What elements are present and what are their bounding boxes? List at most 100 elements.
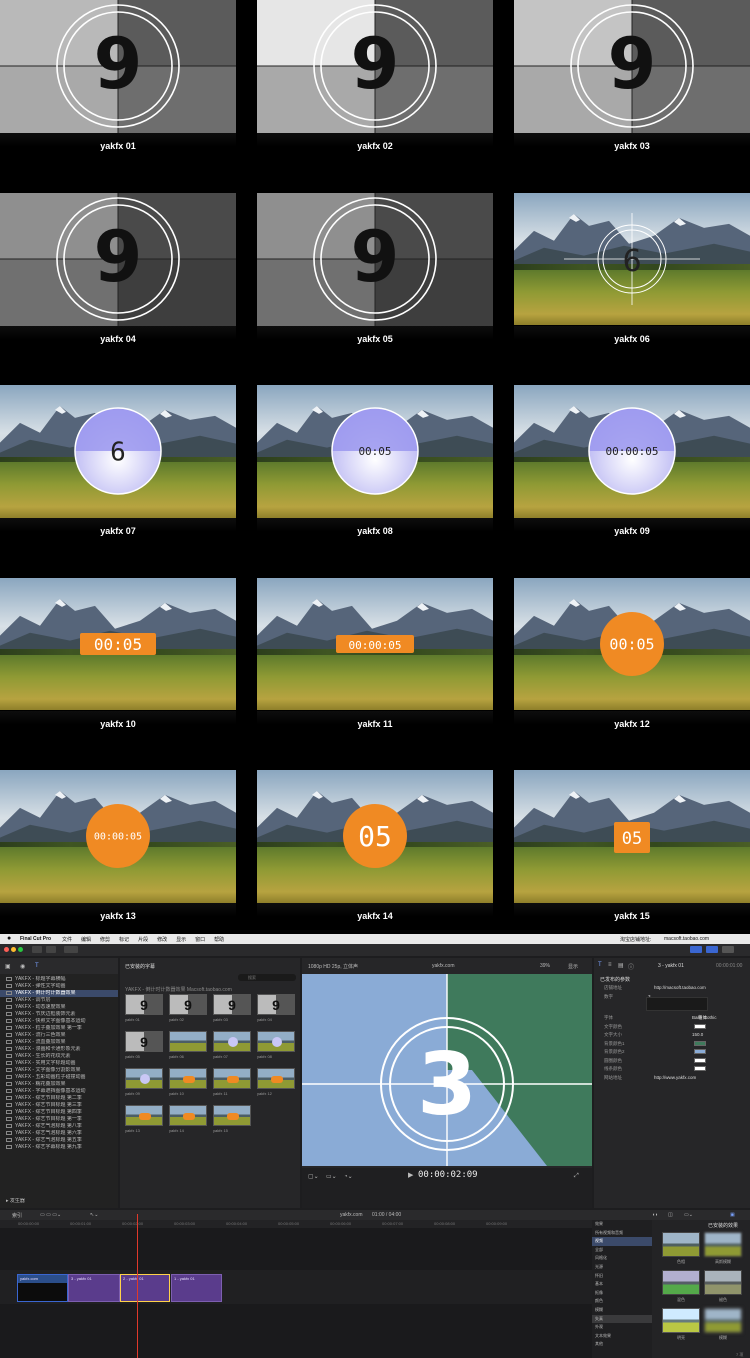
append-icon[interactable]: ▭ ▭ ▭⌄	[40, 1212, 61, 1218]
effects-category[interactable]: 光源	[592, 1263, 652, 1272]
preview-thumbnail[interactable]: 6	[0, 385, 236, 518]
effects-category[interactable]: 失真	[592, 1314, 652, 1324]
menu-item[interactable]: 片段	[138, 937, 148, 943]
viewer-zoom[interactable]: 39%	[540, 963, 550, 969]
effects-category[interactable]: 抠像	[592, 1289, 652, 1298]
play-icon[interactable]: ▶	[408, 1171, 413, 1179]
sidebar-item[interactable]: YAKFX - 综艺节目标题 第三季	[0, 1102, 118, 1109]
preview-cell[interactable]: 9 yakfx 01	[0, 0, 236, 192]
sidebar-item[interactable]: YAKFX - 流行三色效果	[0, 1032, 118, 1039]
effects-category[interactable]: 颜色	[592, 1297, 652, 1306]
effects-category[interactable]: 外观	[592, 1323, 652, 1332]
inspector-row[interactable]: 店铺地址 http://macsoft.taobao.com	[594, 984, 750, 992]
sidebar-item[interactable]: YAKFX - 节庆边框装饰元素	[0, 1011, 118, 1018]
effect-thumbnail[interactable]	[704, 1270, 742, 1295]
browser-thumbnail[interactable]	[125, 1105, 163, 1126]
apple-icon[interactable]: ●	[7, 935, 11, 942]
background-tasks-icon[interactable]	[64, 946, 78, 953]
effects-browser-icon[interactable]: ▣	[730, 1212, 735, 1218]
menu-item[interactable]: 修剪	[100, 937, 110, 943]
font-style-value[interactable]: 粗体	[698, 1015, 707, 1021]
effects-category[interactable]: 效果	[592, 1220, 652, 1229]
zoom-slider[interactable]: ▭⌄	[684, 1212, 693, 1218]
menu-item[interactable]: 修改	[157, 937, 167, 943]
photos-icon[interactable]: ◉	[20, 963, 25, 970]
inspector-row[interactable]: 圆圈颜色	[594, 1057, 750, 1065]
preview-thumbnail[interactable]: 6	[514, 192, 750, 326]
digit-text-field[interactable]	[646, 997, 708, 1011]
audio-meter-icon[interactable]: ◖◗	[652, 1212, 658, 1218]
timeline-clip[interactable]: yakfx.com	[17, 1274, 68, 1302]
browser-thumbnail[interactable]: 9	[257, 994, 295, 1015]
select-tool-icon[interactable]: ↖⌄	[90, 1212, 98, 1218]
browser-thumbnail[interactable]: 9	[125, 1031, 163, 1052]
sidebar-item[interactable]: YAKFX - 实用文字标题动画	[0, 1060, 118, 1067]
layout-inspector-icon[interactable]	[722, 946, 734, 953]
sidebar-item[interactable]: YAKFX - 综艺气泡标题 第五季	[0, 1137, 118, 1144]
inspector-row[interactable]: 文字大小 150.0	[594, 1031, 750, 1039]
preview-cell[interactable]: 00:05 yakfx 08	[257, 385, 493, 577]
browser-thumbnail[interactable]	[213, 1068, 251, 1089]
preview-thumbnail[interactable]: 00:05	[514, 577, 750, 711]
search-input[interactable]: 搜索	[238, 974, 296, 981]
preview-cell[interactable]: 6 yakfx 07	[0, 385, 236, 577]
text-inspector-icon[interactable]: ≡	[608, 962, 612, 968]
sidebar-item[interactable]: YAKFX - 粒子叠加效果 第一季	[0, 1025, 118, 1032]
inspector-row[interactable]: 字体 Bank Gothic	[594, 1014, 750, 1022]
inspector-row[interactable]: 背景颜色1	[594, 1040, 750, 1048]
sidebar-footer[interactable]: ▸ 发生器	[0, 1198, 118, 1205]
inspector-row[interactable]: 网站地址 http://www.yakfx.com	[594, 1074, 750, 1082]
sidebar-item[interactable]: YAKFX - 调节层	[0, 997, 118, 1004]
timeline-clip[interactable]: 3 - yakfx 01	[68, 1274, 120, 1302]
timeline-clip[interactable]: 1 - yakfx 01	[171, 1274, 222, 1302]
preview-cell[interactable]: 00:00:05 yakfx 09	[514, 385, 750, 577]
browser-thumbnail[interactable]	[213, 1031, 251, 1052]
sidebar-item[interactable]: YAKFX - 弹性文字动画	[0, 983, 118, 990]
minimize-window-button[interactable]	[11, 947, 16, 952]
color-swatch[interactable]	[694, 1049, 706, 1054]
sidebar-item[interactable]: YAKFX - 综艺气泡标题 第八季	[0, 1123, 118, 1130]
browser-thumbnail[interactable]	[213, 1105, 251, 1126]
index-button[interactable]: 索引	[12, 1212, 22, 1219]
color-swatch[interactable]	[694, 1066, 706, 1071]
preview-thumbnail[interactable]: 9	[0, 0, 236, 133]
browser-thumbnail[interactable]	[257, 1068, 295, 1089]
color-swatch[interactable]	[694, 1040, 706, 1046]
effect-thumbnail[interactable]	[662, 1232, 700, 1257]
preview-cell[interactable]: 9 yakfx 04	[0, 192, 236, 385]
effects-category[interactable]: 视频	[592, 1237, 652, 1246]
sidebar-item[interactable]: YAKFX - 动态速度效果	[0, 1004, 118, 1011]
sidebar-item[interactable]: YAKFX - 综艺节目标题 第二季	[0, 1095, 118, 1102]
effects-category[interactable]: 文本效果	[592, 1332, 652, 1341]
app-name[interactable]: Final Cut Pro	[20, 936, 51, 942]
transform-icon[interactable]: ▢⌄	[308, 1173, 319, 1180]
sidebar-item[interactable]: YAKFX - 倒计时计数器效果	[0, 990, 118, 997]
keywords-icon[interactable]	[46, 946, 56, 953]
preview-cell[interactable]: 9 yakfx 02	[257, 0, 493, 192]
color-swatch[interactable]	[694, 1023, 706, 1029]
menu-item[interactable]: 标记	[119, 937, 129, 943]
timeline-ruler[interactable]: 00:00:00:00 00:00:01:00 00:00:02:00 00:00:0…	[0, 1220, 592, 1228]
browser-thumbnail[interactable]	[169, 1031, 207, 1052]
menu-item[interactable]: 编辑	[81, 937, 91, 943]
preview-cell[interactable]: 00:05 yakfx 12	[514, 577, 750, 770]
sidebar-item[interactable]: YAKFX - 流血叠加效果	[0, 1039, 118, 1046]
browser-thumbnail[interactable]	[125, 1068, 163, 1089]
sidebar-item[interactable]: YAKFX - 综艺节目标题 第四季	[0, 1109, 118, 1116]
preview-cell[interactable]: 6 yakfx 06	[514, 192, 750, 385]
preview-thumbnail[interactable]: 00:05	[257, 385, 493, 518]
menu-item[interactable]: 文件	[62, 937, 72, 943]
effects-category[interactable]: 全部	[592, 1246, 652, 1255]
effect-thumbnail[interactable]	[662, 1308, 700, 1333]
layout-timeline-icon[interactable]	[706, 946, 718, 953]
browser-thumbnail[interactable]	[257, 1031, 295, 1052]
libraries-icon[interactable]: ▣	[5, 963, 11, 970]
effects-category[interactable]: 模糊	[592, 1306, 652, 1315]
effects-category[interactable]: 所有视频和音频	[592, 1229, 652, 1238]
speed-icon[interactable]: ◔⌄	[344, 1173, 353, 1180]
close-window-button[interactable]	[4, 947, 9, 952]
preview-thumbnail[interactable]: 9	[257, 0, 493, 133]
sidebar-item[interactable]: YAKFX - 五彩动画粒子碰撞动画	[0, 1074, 118, 1081]
effects-category[interactable]: 基本	[592, 1280, 652, 1289]
sidebar-item[interactable]: YAKFX - 综艺气泡标题 第六季	[0, 1130, 118, 1137]
